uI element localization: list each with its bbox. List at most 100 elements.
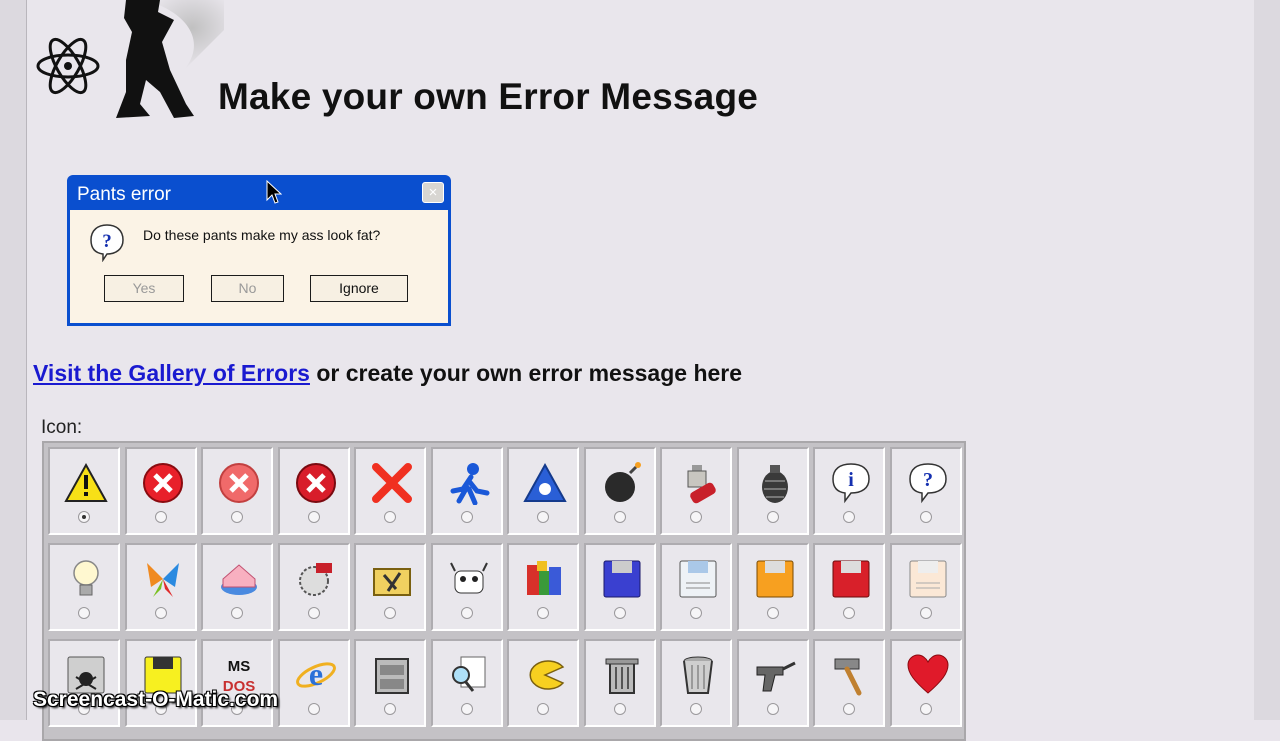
icon-option[interactable] — [124, 639, 197, 727]
icon-radio[interactable] — [613, 511, 626, 523]
icon-radio[interactable] — [384, 511, 396, 523]
icon-radio[interactable] — [690, 511, 702, 523]
icon-radio[interactable] — [384, 703, 396, 715]
icon-radio[interactable] — [307, 511, 320, 523]
error-pink-icon — [219, 463, 259, 503]
error-red-icon — [142, 463, 183, 503]
icon-option[interactable] — [354, 639, 426, 727]
icon-radio[interactable] — [919, 607, 932, 619]
icon-option[interactable]: e — [277, 639, 350, 727]
icon-radio[interactable] — [460, 607, 473, 619]
svg-text:?: ? — [923, 469, 933, 491]
icon-option[interactable] — [507, 543, 579, 631]
icon-radio[interactable] — [231, 511, 243, 523]
icon-radio[interactable] — [690, 703, 702, 715]
icon-option[interactable] — [583, 447, 656, 535]
icon-option[interactable] — [583, 639, 656, 727]
svg-text:e: e — [308, 656, 322, 692]
dialog-close-button[interactable]: × — [422, 182, 444, 203]
icon-radio[interactable] — [843, 511, 855, 523]
icon-radio[interactable] — [307, 607, 320, 619]
yes-button[interactable]: Yes — [104, 275, 184, 302]
magnifier-file-icon — [451, 656, 485, 692]
icon-option[interactable] — [889, 543, 962, 631]
icon-option[interactable] — [660, 447, 732, 535]
icon-radio[interactable] — [537, 607, 549, 619]
icon-option[interactable] — [736, 447, 809, 535]
icon-radio[interactable] — [843, 703, 855, 715]
revolver-icon — [756, 661, 796, 692]
bomb-icon — [604, 462, 641, 502]
running-man-icon — [450, 463, 489, 505]
icon-radio[interactable] — [460, 511, 473, 523]
icon-option[interactable] — [201, 447, 273, 535]
atom-logo-icon — [36, 0, 224, 118]
icon-radio[interactable] — [154, 607, 167, 619]
mouse-cursor-icon — [266, 180, 282, 204]
icon-option[interactable] — [430, 543, 503, 631]
icon-option[interactable] — [354, 543, 426, 631]
icon-option[interactable] — [277, 543, 350, 631]
icon-radio[interactable] — [231, 607, 243, 619]
watermark: Screencast-O-Matic.com — [33, 688, 279, 711]
svg-text:i: i — [848, 469, 854, 491]
icon-option[interactable] — [813, 543, 885, 631]
icon-option[interactable] — [507, 639, 579, 727]
intro-line: Visit the Gallery of Errors or create yo… — [33, 360, 742, 387]
icon-option[interactable]: i — [813, 447, 885, 535]
colorful-blocks-icon — [527, 561, 561, 595]
icon-radio[interactable] — [613, 607, 626, 619]
icon-radio[interactable] — [78, 607, 90, 619]
left-margin — [0, 0, 26, 720]
floppy-blue-icon — [603, 560, 640, 598]
icon-option[interactable] — [430, 447, 503, 535]
icon-option[interactable] — [660, 639, 732, 727]
icon-radio[interactable] — [766, 703, 779, 715]
icon-radio[interactable] — [537, 511, 549, 523]
icon-option[interactable]: ? — [889, 447, 962, 535]
icon-radio[interactable] — [154, 511, 167, 523]
icon-option[interactable] — [430, 639, 503, 727]
toolbox-icon — [373, 568, 411, 596]
icon-option[interactable] — [277, 447, 350, 535]
icon-radio[interactable] — [613, 703, 626, 715]
icon-radio[interactable] — [78, 511, 90, 523]
svg-text:MS: MS — [228, 658, 251, 675]
icon-option[interactable] — [583, 543, 656, 631]
icon-radio[interactable] — [766, 607, 779, 619]
icon-radio[interactable] — [690, 607, 702, 619]
icon-option[interactable] — [813, 639, 885, 727]
heart-icon — [906, 654, 949, 694]
msn-butterfly-icon — [146, 563, 179, 597]
no-button[interactable]: No — [211, 275, 284, 302]
icon-option[interactable] — [736, 543, 809, 631]
page-title: Make your own Error Message — [218, 76, 759, 117]
icon-radio[interactable] — [537, 703, 549, 715]
icon-option[interactable] — [201, 543, 273, 631]
icon-option[interactable]: MS DOS — [201, 639, 273, 727]
icon-radio[interactable] — [307, 703, 320, 715]
grenade-icon — [761, 465, 788, 503]
floppy-white-icon — [679, 560, 717, 598]
ignore-button[interactable]: Ignore — [310, 275, 408, 302]
icon-radio[interactable] — [919, 511, 932, 523]
icon-option[interactable] — [48, 543, 120, 631]
icon-radio[interactable] — [919, 703, 932, 715]
icon-radio[interactable] — [843, 607, 855, 619]
icon-option[interactable] — [889, 639, 962, 727]
icon-radio[interactable] — [766, 511, 779, 523]
dynamite-plunger-icon — [687, 465, 716, 504]
gallery-link[interactable]: Visit the Gallery of Errors — [33, 360, 310, 386]
icon-option[interactable] — [124, 447, 197, 535]
icon-label: Icon: — [41, 417, 83, 438]
icon-option[interactable] — [48, 639, 120, 727]
icon-radio[interactable] — [460, 703, 473, 715]
icon-option[interactable] — [507, 447, 579, 535]
icon-option[interactable] — [736, 639, 809, 727]
icon-option[interactable] — [124, 543, 197, 631]
icon-option[interactable] — [660, 543, 732, 631]
icon-radio[interactable] — [384, 607, 396, 619]
icon-option[interactable] — [48, 447, 120, 535]
circular-saw-icon — [298, 563, 332, 596]
icon-option[interactable] — [354, 447, 426, 535]
